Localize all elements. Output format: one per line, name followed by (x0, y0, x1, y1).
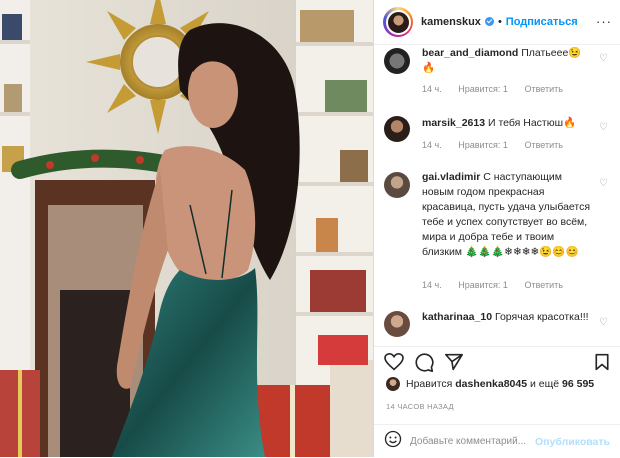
author-avatar[interactable] (383, 7, 413, 37)
post-comment-button[interactable]: Опубликовать (535, 436, 610, 448)
comment-username[interactable]: marsik_2613 (422, 117, 485, 129)
smile-icon[interactable] (384, 430, 402, 453)
liker-avatar[interactable] (386, 377, 400, 391)
comment-username[interactable]: bear_and_diamond (422, 47, 518, 59)
heart-icon[interactable] (384, 352, 404, 376)
comment-time[interactable]: 14 ч. (422, 280, 442, 290)
post-header: kamenskux • Подписаться ··· (374, 0, 620, 45)
heart-icon[interactable]: ♡ (599, 122, 608, 133)
heart-icon[interactable]: ♡ (599, 53, 608, 64)
comment-text: Горячая красотка!!! (494, 311, 589, 323)
header-separator: • (497, 16, 502, 28)
comment-icon[interactable] (414, 353, 434, 377)
comment-likes[interactable]: Нравится: 1 (458, 140, 508, 150)
comment-likes[interactable]: Нравится: 1 (458, 280, 508, 290)
post-timestamp[interactable]: 14 ЧАСОВ НАЗАД (386, 402, 454, 411)
instagram-post: kamenskux • Подписаться ··· bear_and_dia… (0, 0, 620, 457)
share-icon[interactable] (444, 353, 464, 376)
follow-button[interactable]: Подписаться (506, 16, 578, 28)
add-comment-bar: Добавьте комментарий... Опубликовать (374, 424, 620, 458)
likes-summary: Нравится dashenka8045 и ещё 96 595 (386, 377, 594, 391)
comment-likes[interactable]: Нравится: 1 (458, 84, 508, 94)
comment-time[interactable]: 14 ч. (422, 140, 442, 150)
commenter-avatar[interactable] (384, 311, 410, 337)
bookmark-icon[interactable] (594, 353, 610, 376)
heart-icon[interactable]: ♡ (599, 178, 608, 189)
verified-icon (484, 17, 494, 26)
comments-list[interactable]: bear_and_diamond Платьеее😉🔥 14 ч. Нравит… (374, 44, 620, 345)
likes-prefix: Нравится (406, 378, 453, 390)
commenter-avatar[interactable] (384, 116, 410, 142)
post-side-panel: kamenskux • Подписаться ··· bear_and_dia… (373, 0, 620, 457)
likes-user[interactable]: dashenka8045 (455, 378, 527, 390)
author-username[interactable]: kamenskux (421, 16, 494, 28)
likes-suffix: и ещё (530, 378, 560, 390)
more-options-icon[interactable]: ··· (596, 14, 612, 29)
likes-count[interactable]: 96 595 (562, 378, 594, 390)
comment-reply-button[interactable]: Ответить (524, 280, 562, 290)
comment-reply-button[interactable]: Ответить (524, 140, 562, 150)
post-actions-bar (374, 346, 620, 375)
post-photo[interactable] (0, 0, 373, 457)
commenter-avatar[interactable] (384, 172, 410, 198)
commenter-avatar[interactable] (384, 48, 410, 74)
comment-username[interactable]: katharinaa_10 (422, 311, 492, 323)
comment-text: С наступающим новым годом прекрасная кра… (422, 171, 591, 258)
heart-icon[interactable]: ♡ (599, 317, 608, 328)
comment-reply-button[interactable]: Ответить (524, 84, 562, 94)
comment-text: И тебя Настюш🔥 (487, 117, 577, 129)
photo-illustration (0, 0, 373, 457)
comment-username[interactable]: gai.vladimir (422, 171, 480, 183)
comment-time[interactable]: 14 ч. (422, 84, 442, 94)
comment-input[interactable]: Добавьте комментарий... (410, 436, 535, 447)
